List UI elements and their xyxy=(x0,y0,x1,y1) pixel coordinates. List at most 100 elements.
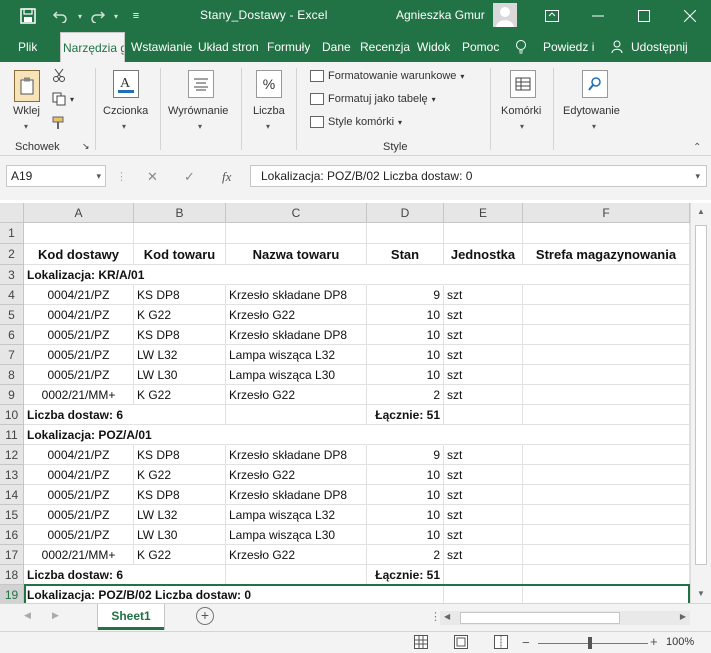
cell-b14[interactable]: KS DP8 xyxy=(134,485,226,505)
tell-me-search[interactable]: Powiedz i xyxy=(543,32,595,62)
sheet-tab-sheet1[interactable]: Sheet1 xyxy=(98,604,164,630)
row-header[interactable]: 1 xyxy=(0,223,24,244)
cell-c15[interactable]: Lampa wisząca L32 xyxy=(226,505,367,525)
cell-b18[interactable] xyxy=(134,565,226,585)
page-break-view-icon[interactable] xyxy=(494,635,508,652)
cell-f12[interactable] xyxy=(523,445,690,465)
cell-b17[interactable]: K G22 xyxy=(134,545,226,565)
cell-b12[interactable]: KS DP8 xyxy=(134,445,226,465)
cell-a17[interactable]: 0002/21/MM+ xyxy=(24,545,134,565)
tab-formulas[interactable]: Formuły xyxy=(267,32,310,62)
cell-b1[interactable] xyxy=(134,223,226,244)
cell-f9[interactable] xyxy=(523,385,690,405)
row-header[interactable]: 11 xyxy=(0,425,24,445)
cell-f13[interactable] xyxy=(523,465,690,485)
zoom-in-icon[interactable]: + xyxy=(650,634,658,649)
percent-icon[interactable]: % xyxy=(256,70,282,98)
cell-b10[interactable] xyxy=(134,405,226,425)
tab-help[interactable]: Pomoc xyxy=(462,32,499,62)
cell-a6[interactable]: 0005/21/PZ xyxy=(24,325,134,345)
cell-c19[interactable] xyxy=(226,585,367,603)
row-header[interactable]: 5 xyxy=(0,305,24,325)
user-name[interactable]: Agnieszka Gmur xyxy=(396,8,485,22)
cell-e2[interactable]: Jednostka xyxy=(444,244,523,265)
cell-c2[interactable]: Nazwa towaru xyxy=(226,244,367,265)
cell-c13[interactable]: Krzesło G22 xyxy=(226,465,367,485)
cell-b7[interactable]: LW L32 xyxy=(134,345,226,365)
cell-d13[interactable]: 10 xyxy=(367,465,444,485)
paste-label[interactable]: Wklej xyxy=(13,105,40,117)
column-header-b[interactable]: B xyxy=(134,203,226,223)
collapse-ribbon-icon[interactable]: ⌃ xyxy=(693,142,701,153)
font-group-label[interactable]: Czcionka xyxy=(103,105,148,117)
tab-view[interactable]: Widok xyxy=(417,32,450,62)
column-header-c[interactable]: C xyxy=(226,203,367,223)
cell-c17[interactable]: Krzesło G22 xyxy=(226,545,367,565)
cell-e8[interactable]: szt xyxy=(444,365,523,385)
cell-b11[interactable] xyxy=(134,425,226,445)
row-header[interactable]: 16 xyxy=(0,525,24,545)
insert-function-icon[interactable]: fx xyxy=(222,169,231,185)
cell-b5[interactable]: K G22 xyxy=(134,305,226,325)
minimize-icon[interactable] xyxy=(588,6,608,26)
number-group-label[interactable]: Liczba xyxy=(253,105,285,117)
cell-e18[interactable] xyxy=(444,565,523,585)
tab-insert[interactable]: Wstawianie xyxy=(131,32,192,62)
cell-c12[interactable]: Krzesło składane DP8 xyxy=(226,445,367,465)
cell-b2[interactable]: Kod towaru xyxy=(134,244,226,265)
row-header[interactable]: 2 xyxy=(0,244,24,265)
cell-d17[interactable]: 2 xyxy=(367,545,444,565)
cell-c8[interactable]: Lampa wisząca L30 xyxy=(226,365,367,385)
cell-d15[interactable]: 10 xyxy=(367,505,444,525)
row-header[interactable]: 10 xyxy=(0,405,24,425)
cell-a14[interactable]: 0005/21/PZ xyxy=(24,485,134,505)
cell-c6[interactable]: Krzesło składane DP8 xyxy=(226,325,367,345)
scroll-up-icon[interactable]: ▲ xyxy=(697,207,705,216)
row-header[interactable]: 14 xyxy=(0,485,24,505)
cell-f16[interactable] xyxy=(523,525,690,545)
cell-b19[interactable] xyxy=(134,585,226,603)
tab-review[interactable]: Recenzja xyxy=(360,32,410,62)
vertical-scrollbar[interactable]: ▲ ▼ xyxy=(690,203,711,603)
row-header[interactable]: 13 xyxy=(0,465,24,485)
maximize-icon[interactable] xyxy=(634,6,654,26)
paste-dropdown-icon[interactable]: ▾ xyxy=(24,122,28,131)
format-painter-icon[interactable] xyxy=(52,116,66,130)
editing-dropdown-icon[interactable]: ▾ xyxy=(592,122,596,131)
select-all-corner[interactable] xyxy=(0,203,24,223)
cell-d5[interactable]: 10 xyxy=(367,305,444,325)
cell-d11[interactable] xyxy=(367,425,444,445)
zoom-out-icon[interactable]: − xyxy=(522,635,530,650)
cell-e17[interactable]: szt xyxy=(444,545,523,565)
cell-e15[interactable]: szt xyxy=(444,505,523,525)
cell-b3[interactable] xyxy=(134,265,226,285)
redo-icon[interactable] xyxy=(88,6,108,26)
alignment-group-label[interactable]: Wyrównanie xyxy=(168,105,228,117)
cell-e9[interactable]: szt xyxy=(444,385,523,405)
cell-e14[interactable]: szt xyxy=(444,485,523,505)
cells-group-label[interactable]: Komórki xyxy=(501,105,541,117)
cell-f6[interactable] xyxy=(523,325,690,345)
tab-page-layout[interactable]: Układ stron xyxy=(198,32,260,62)
cell-d10[interactable]: Łącznie: 51 xyxy=(367,405,444,425)
cell-c5[interactable]: Krzesło G22 xyxy=(226,305,367,325)
tab-home[interactable]: Narzędzia g xyxy=(60,32,125,62)
row-header[interactable]: 3 xyxy=(0,265,24,285)
row-header[interactable]: 6 xyxy=(0,325,24,345)
cell-d16[interactable]: 10 xyxy=(367,525,444,545)
cell-f15[interactable] xyxy=(523,505,690,525)
cell-b15[interactable]: LW L32 xyxy=(134,505,226,525)
cell-a18[interactable]: Liczba dostaw: 6 xyxy=(24,565,134,585)
cell-a10[interactable]: Liczba dostaw: 6 xyxy=(24,405,134,425)
page-layout-view-icon[interactable] xyxy=(454,635,468,652)
cell-c10[interactable] xyxy=(226,405,367,425)
cell-a13[interactable]: 0004/21/PZ xyxy=(24,465,134,485)
cell-f2[interactable]: Strefa magazynowania xyxy=(523,244,690,265)
spreadsheet-grid[interactable]: A B C D E F 1 2 Kod dostawy Kod towaru Nazwa towar… xyxy=(0,203,711,603)
cell-d2[interactable]: Stan xyxy=(367,244,444,265)
cell-e1[interactable] xyxy=(444,223,523,244)
share-person-icon[interactable] xyxy=(611,32,627,62)
cell-a8[interactable]: 0005/21/PZ xyxy=(24,365,134,385)
row-header[interactable]: 9 xyxy=(0,385,24,405)
cell-c7[interactable]: Lampa wisząca L32 xyxy=(226,345,367,365)
